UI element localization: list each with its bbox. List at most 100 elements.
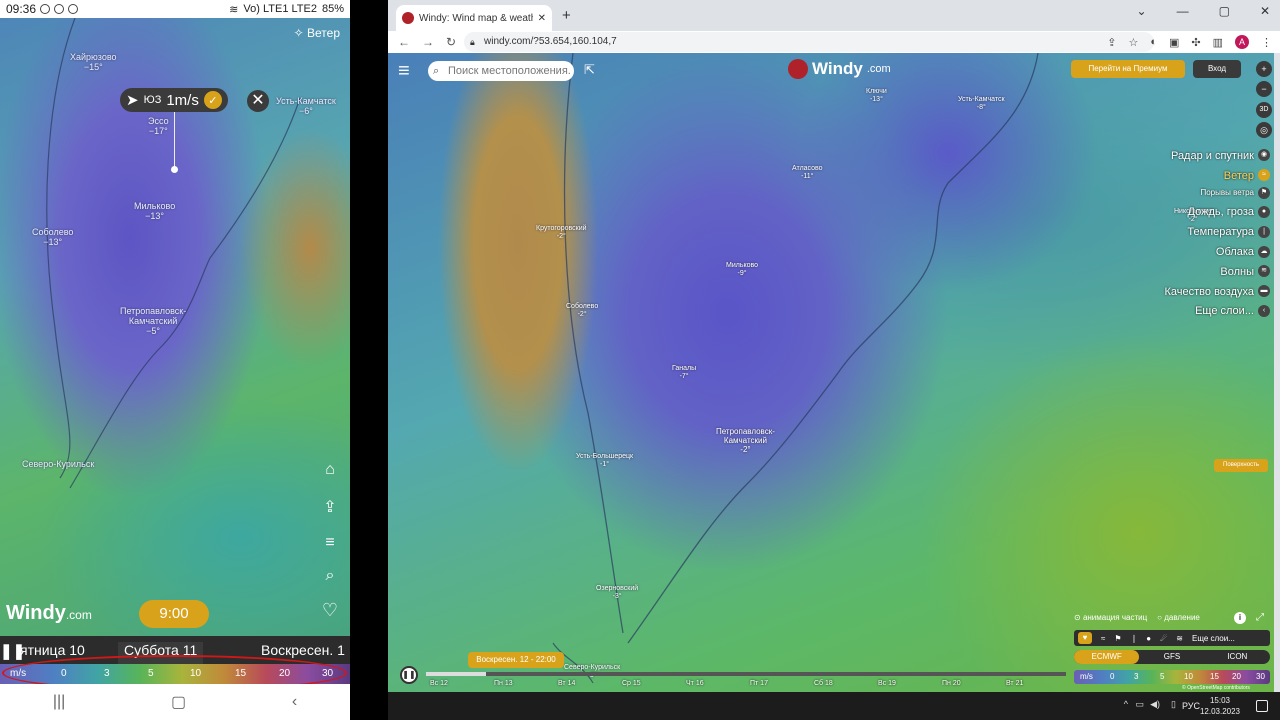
menu-icon[interactable]: ≡ — [320, 533, 340, 553]
premium-button[interactable]: Перейти на Премиум — [1071, 60, 1185, 78]
recents-icon[interactable]: ||| — [53, 693, 65, 711]
extension-icon[interactable]: ▣ — [1169, 36, 1179, 49]
url-field[interactable]: 🔒︎ windy.com/?53.654,160.104,7 — [464, 32, 1154, 52]
new-tab-button[interactable]: + — [562, 7, 571, 24]
model-gfs[interactable]: GFS — [1139, 650, 1204, 664]
forward-button[interactable]: → — [422, 35, 434, 49]
notification-icon[interactable] — [1256, 700, 1268, 712]
search-icon[interactable]: ⌕ — [320, 566, 340, 586]
timeline-day[interactable]: ятница 10 — [20, 642, 85, 658]
puzzle-icon[interactable]: ✣ — [1191, 36, 1200, 49]
layer-clouds[interactable]: Облака — [1216, 246, 1254, 258]
thermometer-icon[interactable]: ❘ — [1258, 226, 1270, 238]
heart-icon[interactable]: ♡ — [320, 600, 340, 620]
rain-icon[interactable]: ● — [1258, 206, 1270, 218]
more-layers-link[interactable]: Еще слои... — [1192, 634, 1235, 643]
locate-icon[interactable]: ◎ — [1256, 122, 1272, 138]
upload-icon[interactable]: ⇪ — [320, 498, 340, 518]
picker-point[interactable] — [171, 166, 178, 173]
waves-icon[interactable]: ≋ — [1176, 634, 1183, 643]
windy-logo[interactable]: Windy .com — [788, 59, 891, 79]
avatar[interactable]: A — [1235, 35, 1249, 49]
timeline-day[interactable]: Вт 14 — [558, 680, 575, 687]
network-icon[interactable]: ▭ — [1135, 699, 1144, 710]
chevron-up-icon[interactable]: ^ — [1124, 699, 1128, 709]
close-window-button[interactable]: ✕ — [1260, 4, 1270, 18]
zoom-out-button[interactable]: − — [1256, 81, 1272, 97]
layer-temperature[interactable]: Температура — [1187, 226, 1254, 238]
wind-readout-pill[interactable]: ➤ ЮЗ 1m/s ✓ — [120, 88, 228, 112]
timeline-day[interactable]: Пн 13 — [494, 680, 513, 687]
minimize-button[interactable]: — — [1177, 4, 1189, 18]
timeline-day[interactable]: Сб 18 — [814, 680, 833, 687]
flag-icon[interactable]: ⚑ — [1114, 634, 1121, 643]
phone-wind-map[interactable]: Хайрюзово −15° Эссо −17° Усть-Камчатск −6° … — [0, 18, 350, 636]
more-icon[interactable]: ⋮ — [1261, 36, 1272, 49]
search-input[interactable]: ⌕ Поиск местоположения. — [428, 61, 574, 81]
model-icon[interactable]: ICON — [1205, 650, 1270, 664]
language-indicator[interactable]: РУС — [1182, 701, 1200, 711]
login-button[interactable]: Вход — [1193, 60, 1241, 78]
chevron-left-icon[interactable]: ‹ — [1258, 305, 1270, 317]
star-icon[interactable]: ☆ — [1128, 36, 1138, 49]
menu-icon[interactable]: ≡ — [398, 61, 422, 81]
back-icon[interactable]: ‹ — [292, 693, 297, 711]
pressure-toggle[interactable]: ○ давление — [1157, 613, 1200, 622]
flag-icon[interactable]: ⚑ — [1258, 187, 1270, 199]
info-icon[interactable]: i — [1234, 612, 1246, 624]
browser-wind-map[interactable]: ≡ ⌕ Поиск местоположения. ⇱ Windy .com Пе… — [388, 53, 1274, 692]
pause-button[interactable]: ❚❚ — [400, 666, 418, 684]
chevron-down-icon[interactable]: ⌄ — [1137, 4, 1147, 18]
waves-icon[interactable]: ≋ — [1258, 265, 1270, 277]
attribution[interactable]: © OpenStreetMap contributors — [1182, 685, 1250, 691]
share-icon[interactable]: ⇱ — [584, 62, 595, 78]
volume-icon[interactable]: ◀) — [1150, 699, 1160, 710]
chevron-down-icon[interactable]: ✓ — [203, 91, 222, 109]
timeline-day[interactable]: Пт 17 — [750, 680, 768, 687]
layer-rain[interactable]: Дождь, гроза — [1188, 206, 1254, 218]
model-ecmwf[interactable]: ECMWF — [1074, 650, 1140, 664]
timeline-day[interactable]: Чт 16 — [686, 680, 704, 687]
close-tab-icon[interactable]: ✕ — [538, 13, 546, 24]
layer-radar[interactable]: Радар и спутник — [1171, 150, 1254, 162]
timeline-day[interactable]: Вт 21 — [1006, 680, 1023, 687]
timeline-time-badge[interactable]: Воскресен. 12 - 22:00 — [468, 652, 564, 668]
extension-icon[interactable]: ◐ — [1150, 36, 1157, 48]
close-button[interactable]: ✕ — [247, 90, 269, 112]
reload-button[interactable]: ↻ — [446, 35, 456, 49]
rain-icon[interactable]: ● — [1146, 634, 1151, 643]
wind-icon[interactable]: ≈ — [1101, 634, 1105, 643]
particles-toggle[interactable]: ⊙ анимация частиц — [1074, 613, 1147, 622]
cloud-icon[interactable]: ☁ — [1258, 246, 1270, 258]
heart-icon[interactable]: ♥ — [1078, 632, 1092, 644]
sidebar-icon[interactable]: ▥ — [1213, 36, 1223, 49]
fullscreen-icon[interactable]: ⤢ — [1256, 612, 1264, 623]
home-icon[interactable]: ⌂ — [320, 460, 340, 480]
thermometer-icon[interactable]: ❘ — [1131, 634, 1138, 643]
battery-icon[interactable]: ▯ — [1171, 699, 1176, 710]
timeline-day[interactable]: Вс 19 — [878, 680, 896, 687]
time-badge[interactable]: 9:00 — [139, 600, 209, 628]
maximize-button[interactable]: ▢ — [1219, 4, 1230, 18]
layer-gusts[interactable]: Порывы ветра — [1200, 188, 1254, 197]
timeline-day[interactable]: Воскресен. 1 — [261, 642, 345, 658]
home-nav-icon[interactable]: ▢ — [171, 692, 186, 712]
layer-air-quality[interactable]: Качество воздуха — [1165, 286, 1255, 298]
timeline-day[interactable]: Пн 20 — [942, 680, 961, 687]
layer-wind[interactable]: Ветер — [1224, 170, 1254, 182]
wind-icon[interactable]: ≈ — [1258, 169, 1270, 181]
timeline-day[interactable]: Ср 15 — [622, 680, 641, 687]
timeline-bar[interactable] — [426, 672, 1066, 676]
taskbar-clock[interactable]: 15:03 12.03.2023 — [1200, 695, 1240, 717]
3d-button[interactable]: 3D — [1256, 102, 1272, 118]
zoom-in-button[interactable]: + — [1256, 61, 1272, 77]
car-icon[interactable]: ▬ — [1258, 285, 1270, 297]
gust-icon[interactable]: ☄ — [1160, 634, 1167, 643]
wind-layer-label[interactable]: ✧ Ветер — [294, 26, 340, 40]
radar-icon[interactable]: ◉ — [1258, 149, 1270, 161]
layer-more[interactable]: Еще слои... — [1195, 305, 1254, 317]
share-icon[interactable]: ⇪ — [1107, 36, 1116, 49]
surface-level-button[interactable]: Поверхность — [1214, 459, 1268, 472]
layer-waves[interactable]: Волны — [1220, 266, 1254, 278]
back-button[interactable]: ← — [398, 35, 410, 49]
